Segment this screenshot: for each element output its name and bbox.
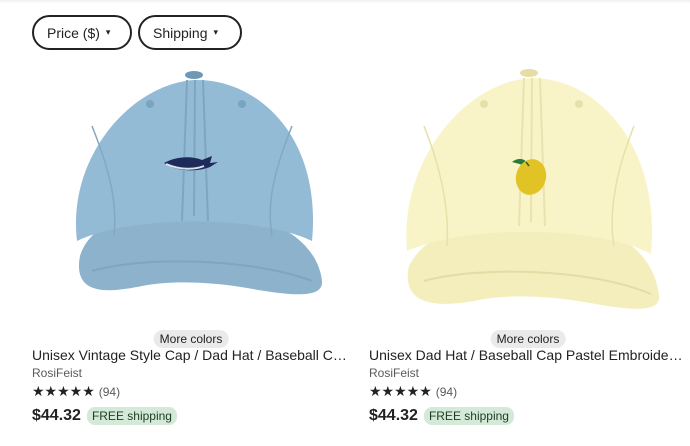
price-row: $44.32 FREE shipping xyxy=(369,407,514,425)
caret-down-icon: ▾ xyxy=(105,27,111,37)
price-row: $44.32 FREE shipping xyxy=(32,407,177,425)
rating: ★★★★★ (94) xyxy=(369,383,457,400)
star-rating-icon: ★★★★★ xyxy=(369,383,432,399)
listing-image[interactable] xyxy=(32,66,350,321)
listing-card[interactable]: More colors Unisex Vintage Style Cap / D… xyxy=(32,66,350,446)
free-shipping-badge: FREE shipping xyxy=(86,407,177,425)
listing-image[interactable] xyxy=(369,66,687,321)
more-colors-badge[interactable]: More colors xyxy=(490,330,566,348)
header-divider xyxy=(0,0,690,4)
price: $44.32 xyxy=(369,407,418,424)
shop-name[interactable]: RosiFeist xyxy=(369,366,419,380)
listing-title[interactable]: Unisex Vintage Style Cap / Dad Hat / Bas… xyxy=(32,347,350,363)
listing-title[interactable]: Unisex Dad Hat / Baseball Cap Pastel Emb… xyxy=(369,347,687,363)
rating: ★★★★★ (94) xyxy=(32,383,120,400)
yellow-cap-image xyxy=(369,66,687,321)
listing-card[interactable]: More colors Unisex Dad Hat / Baseball Ca… xyxy=(369,66,687,446)
blue-cap-image xyxy=(32,66,350,321)
shipping-filter-label: Shipping xyxy=(153,24,208,41)
shop-name[interactable]: RosiFeist xyxy=(32,366,82,380)
star-rating-icon: ★★★★★ xyxy=(32,383,95,399)
shipping-filter-button[interactable]: Shipping ▾ xyxy=(138,15,242,50)
price: $44.32 xyxy=(32,407,81,424)
price-filter-button[interactable]: Price ($) ▾ xyxy=(32,15,132,50)
free-shipping-badge: FREE shipping xyxy=(423,407,514,425)
review-count: (94) xyxy=(98,384,121,399)
review-count: (94) xyxy=(435,384,458,399)
caret-down-icon: ▾ xyxy=(213,27,219,37)
more-colors-badge[interactable]: More colors xyxy=(153,330,229,348)
price-filter-label: Price ($) xyxy=(47,24,100,41)
